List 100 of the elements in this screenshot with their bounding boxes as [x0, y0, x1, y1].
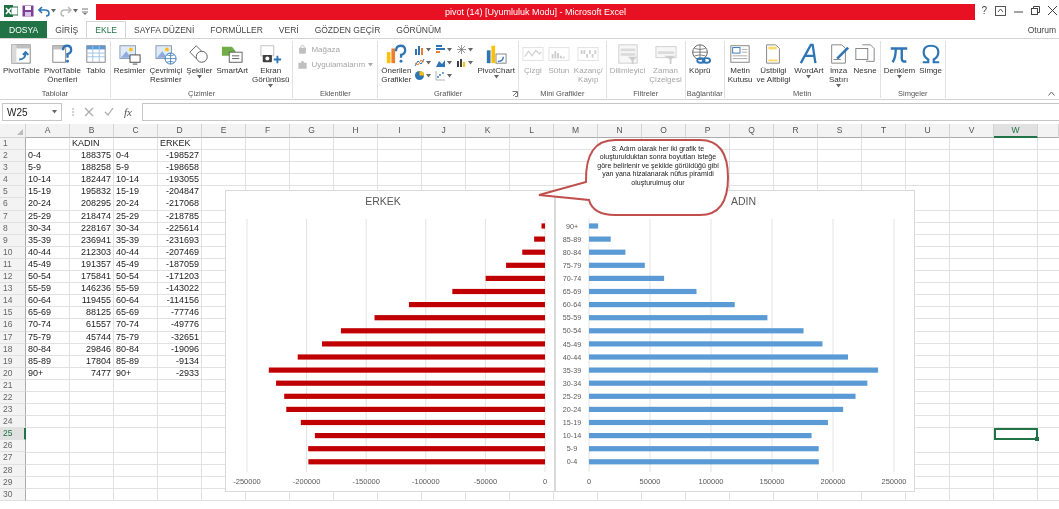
chart-type-button[interactable] — [413, 44, 434, 55]
close-icon[interactable] — [1048, 6, 1057, 15]
chart-type-button[interactable] — [455, 57, 476, 68]
file-tab[interactable]: DOSYA — [0, 21, 48, 38]
column-header[interactable]: U — [906, 124, 950, 138]
ribbon-button[interactable]: Tablo — [82, 42, 109, 76]
column-header[interactable]: G — [290, 124, 334, 138]
ribbon-display-icon[interactable] — [995, 5, 1006, 16]
row-number[interactable]: 3 — [0, 162, 26, 175]
ribbon-button[interactable]: WordArt — [792, 42, 826, 80]
ribbon-button[interactable]: Metin Kutusu — [725, 42, 755, 85]
ribbon-button[interactable]: Köprü — [686, 42, 713, 76]
ribbon-button[interactable]: PivotChart — [475, 42, 517, 80]
column-header[interactable]: J — [422, 124, 466, 138]
column-header[interactable]: K — [466, 124, 510, 138]
ribbon-button[interactable]: Üstbilgi ve Altbilgi — [754, 42, 793, 85]
row-number[interactable]: 2 — [0, 150, 26, 163]
row-number[interactable]: 12 — [0, 271, 26, 284]
chart-title: ADIN — [731, 195, 757, 207]
help-button[interactable]: ? — [981, 5, 987, 16]
ribbon-button[interactable]: İmza Satırı — [825, 42, 852, 89]
formula-input[interactable] — [141, 103, 1059, 121]
caret-icon — [467, 60, 473, 65]
dialog-launcher-icon[interactable] — [511, 91, 518, 97]
ribbon-button[interactable]: Çevrimiçi Resimler — [147, 42, 185, 85]
undo-icon — [38, 4, 50, 17]
table-cell-text: -231693 — [164, 234, 200, 247]
chart-type-button[interactable] — [434, 44, 455, 55]
chart-type-button[interactable] — [413, 57, 434, 68]
column-header[interactable]: S — [818, 124, 862, 138]
insert-function-button[interactable]: fx — [124, 106, 132, 118]
row-number[interactable]: 24 — [0, 416, 26, 429]
ribbon-button[interactable]: Nesne — [851, 42, 879, 76]
column-header[interactable]: I — [378, 124, 422, 138]
restore-icon[interactable] — [1031, 6, 1040, 15]
row-number[interactable]: 5 — [0, 186, 26, 199]
redo-icon — [60, 4, 72, 17]
bar — [522, 249, 545, 255]
ribbon-button[interactable]: PivotTable Önerileri — [41, 42, 83, 85]
collapse-ribbon-icon[interactable] — [1048, 91, 1055, 96]
pie-chart-icon — [413, 70, 425, 81]
ribbon-button[interactable]: Ekran Görüntüsü — [250, 42, 292, 89]
ribbon-tab[interactable]: VERİ — [270, 22, 307, 38]
ribbon-button[interactable]: Şekiller — [184, 42, 215, 80]
chart-type-button[interactable] — [455, 44, 476, 55]
table-cell-text: 208295 — [79, 198, 112, 211]
table-cell-text: 228167 — [79, 222, 112, 235]
row-number[interactable]: 16 — [0, 319, 26, 332]
column-header[interactable]: P — [686, 124, 730, 138]
ribbon-button[interactable]: Resimler — [111, 42, 148, 76]
ribbon-button[interactable]: Denklem — [881, 42, 918, 80]
column-header[interactable]: H — [334, 124, 378, 138]
bar — [485, 275, 545, 281]
ribbon-button[interactable]: SmartArt — [214, 42, 251, 76]
column-header[interactable]: N — [598, 124, 642, 138]
column-header[interactable]: Q — [730, 124, 774, 138]
column-header[interactable]: D — [158, 124, 202, 138]
column-header[interactable]: C — [114, 124, 158, 138]
active-cell[interactable] — [994, 428, 1038, 441]
row-number[interactable]: 15 — [0, 307, 26, 320]
column-header[interactable]: T — [862, 124, 906, 138]
column-header[interactable]: W — [994, 124, 1038, 138]
table-cell-text: -217068 — [164, 198, 200, 211]
row-number[interactable]: 1 — [0, 138, 26, 151]
ribbon-tab[interactable]: SAYFA DÜZENİ — [126, 22, 203, 38]
row-number[interactable]: 27 — [0, 452, 26, 465]
ribbon-tab[interactable]: EKLE — [86, 21, 127, 38]
chart-type-button[interactable] — [434, 70, 455, 81]
chart-type-button[interactable] — [413, 70, 434, 81]
table-cell-text: 65-69 — [27, 307, 53, 320]
save-icon — [22, 4, 34, 17]
row-number[interactable]: 13 — [0, 283, 26, 296]
row-number[interactable]: 23 — [0, 404, 26, 417]
excel-logo-icon — [4, 3, 18, 18]
ribbon-tab[interactable]: GÖRÜNÜM — [388, 22, 450, 38]
column-header[interactable]: R — [774, 124, 818, 138]
ribbon-tab[interactable]: GİRİŞ — [47, 22, 87, 38]
ribbon-tab[interactable]: FORMÜLLER — [202, 22, 271, 38]
row-number[interactable]: 6 — [0, 198, 26, 211]
column-header[interactable]: F — [246, 124, 290, 138]
name-box[interactable]: W25 — [2, 103, 62, 121]
camera-plus-icon — [259, 43, 282, 65]
ribbon-button[interactable]: PivotTable — [1, 42, 42, 76]
column-header[interactable]: B — [70, 124, 114, 138]
ribbon-button[interactable]: Simge — [917, 42, 944, 76]
row-number[interactable]: 26 — [0, 440, 26, 453]
sign-in-link[interactable]: Oturum — [1027, 24, 1059, 35]
column-header[interactable]: O — [642, 124, 686, 138]
ribbon-button[interactable]: Önerilen Grafikler — [379, 42, 414, 85]
ribbon-tab[interactable]: GÖZDEN GEÇİR — [306, 22, 389, 38]
column-header[interactable]: V — [950, 124, 994, 138]
row-number[interactable]: 25 — [0, 428, 26, 441]
row-number[interactable]: 4 — [0, 174, 26, 187]
column-header[interactable]: E — [202, 124, 246, 138]
stock-chart-icon — [455, 57, 467, 68]
table-cell-text: 75-79 — [27, 331, 53, 344]
column-header[interactable]: A — [26, 124, 70, 138]
column-header[interactable]: L — [510, 124, 554, 138]
column-header[interactable]: M — [554, 124, 598, 138]
row-number[interactable]: 14 — [0, 295, 26, 308]
